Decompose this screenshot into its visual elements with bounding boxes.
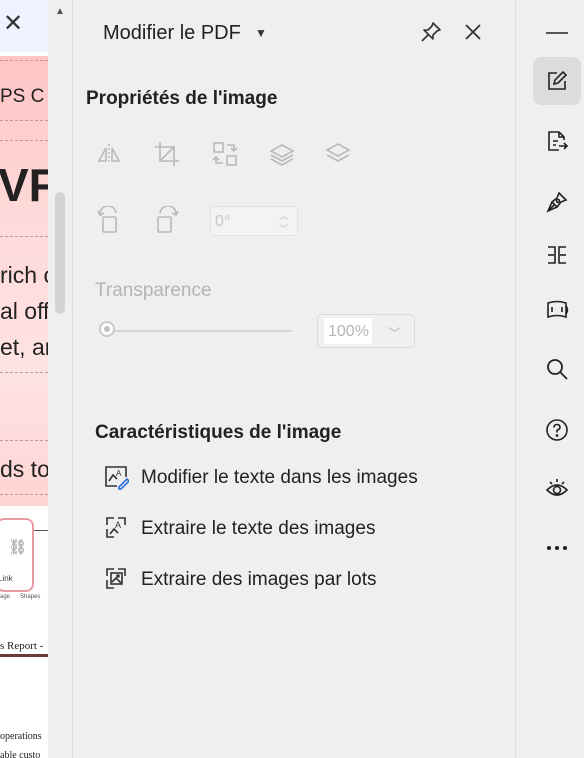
edit-pdf-icon[interactable] [533,57,581,105]
svg-text:A: A [116,469,122,478]
extract-text-icon: A [103,515,129,541]
close-document-icon[interactable]: ✕ [3,12,23,36]
batch-extract-images-button[interactable]: Extraire des images par lots [103,564,443,594]
document-preview: ✕ PS C VF rich c al off et, ar ds to ⛓ L… [0,0,48,758]
link-label: Link [0,574,13,583]
document-text: ds to [0,456,48,482]
feature-label: Extraire des images par lots [141,569,377,590]
panel-title[interactable]: Modifier le PDF [103,22,241,45]
chevron-down-icon[interactable]: ▼ [255,26,267,40]
document-text: PS C [0,86,45,107]
close-icon[interactable] [461,20,487,46]
image-properties-title: Propriétés de l'image [86,88,278,109]
chevron-down-icon[interactable]: ﹀ [279,222,288,235]
scrollbar-thumb[interactable] [55,192,65,314]
document-text: Shapes [20,594,41,600]
image-features-title: Caractéristiques de l'image [95,422,342,443]
document-text: operations [0,731,42,742]
transparency-select[interactable]: 100% ﹀ [317,314,415,348]
link-icon: ⛓ [8,539,28,556]
bring-forward-icon[interactable] [267,139,297,169]
document-text: et, ar [0,334,48,360]
right-toolbar [515,0,584,758]
document-text: al off [0,298,48,324]
scroll-up-icon[interactable]: ▲ [55,6,65,17]
send-backward-icon[interactable] [323,139,353,169]
view-icon[interactable] [533,465,581,513]
transparency-slider[interactable] [107,330,292,332]
document-text: s Report - [0,640,44,652]
batch-extract-images-icon [103,566,129,592]
rotate-right-icon[interactable] [152,205,182,236]
help-icon[interactable] [533,406,581,454]
transparency-label: Transparence [95,280,212,301]
sign-icon[interactable] [533,178,581,226]
transparency-value: 100% [328,323,369,340]
document-text: age [0,594,11,600]
edit-pdf-panel: Modifier le PDF ▼ Propriétés de l'image … [73,0,515,758]
minimize-icon[interactable] [546,32,568,34]
chevron-down-icon[interactable]: ﹀ [388,323,401,342]
document-text: rich c [0,262,48,288]
flip-icon[interactable] [94,139,124,169]
more-icon[interactable] [533,524,581,572]
document-text: able custo [0,750,41,758]
search-icon[interactable] [533,345,581,393]
scan-icon[interactable] [533,286,581,334]
edit-image-text-button[interactable]: A Modifier le texte dans les images [103,462,443,492]
vertical-scrollbar[interactable] [48,0,73,758]
export-icon[interactable] [533,117,581,165]
pin-icon[interactable] [419,20,445,46]
chevron-up-icon[interactable]: ︿ [279,209,288,222]
document-heading: VF [0,159,48,211]
edit-image-text-icon: A [103,464,131,490]
rotation-angle-input[interactable]: 0° ︿ ﹀ [210,206,298,236]
rotation-angle-value: 0° [215,213,231,230]
crop-icon[interactable] [152,139,182,169]
extract-text-button[interactable]: A Extraire le texte des images [103,513,443,543]
rotate-left-icon[interactable] [94,205,124,236]
svg-text:A: A [115,520,121,530]
compare-icon[interactable] [533,231,581,279]
transparency-slider-handle[interactable] [99,321,115,337]
feature-label: Extraire le texte des images [141,518,376,539]
replace-image-icon[interactable] [210,139,240,169]
link-tool-thumbnail: ⛓ Link [0,518,34,592]
feature-label: Modifier le texte dans les images [141,467,418,488]
